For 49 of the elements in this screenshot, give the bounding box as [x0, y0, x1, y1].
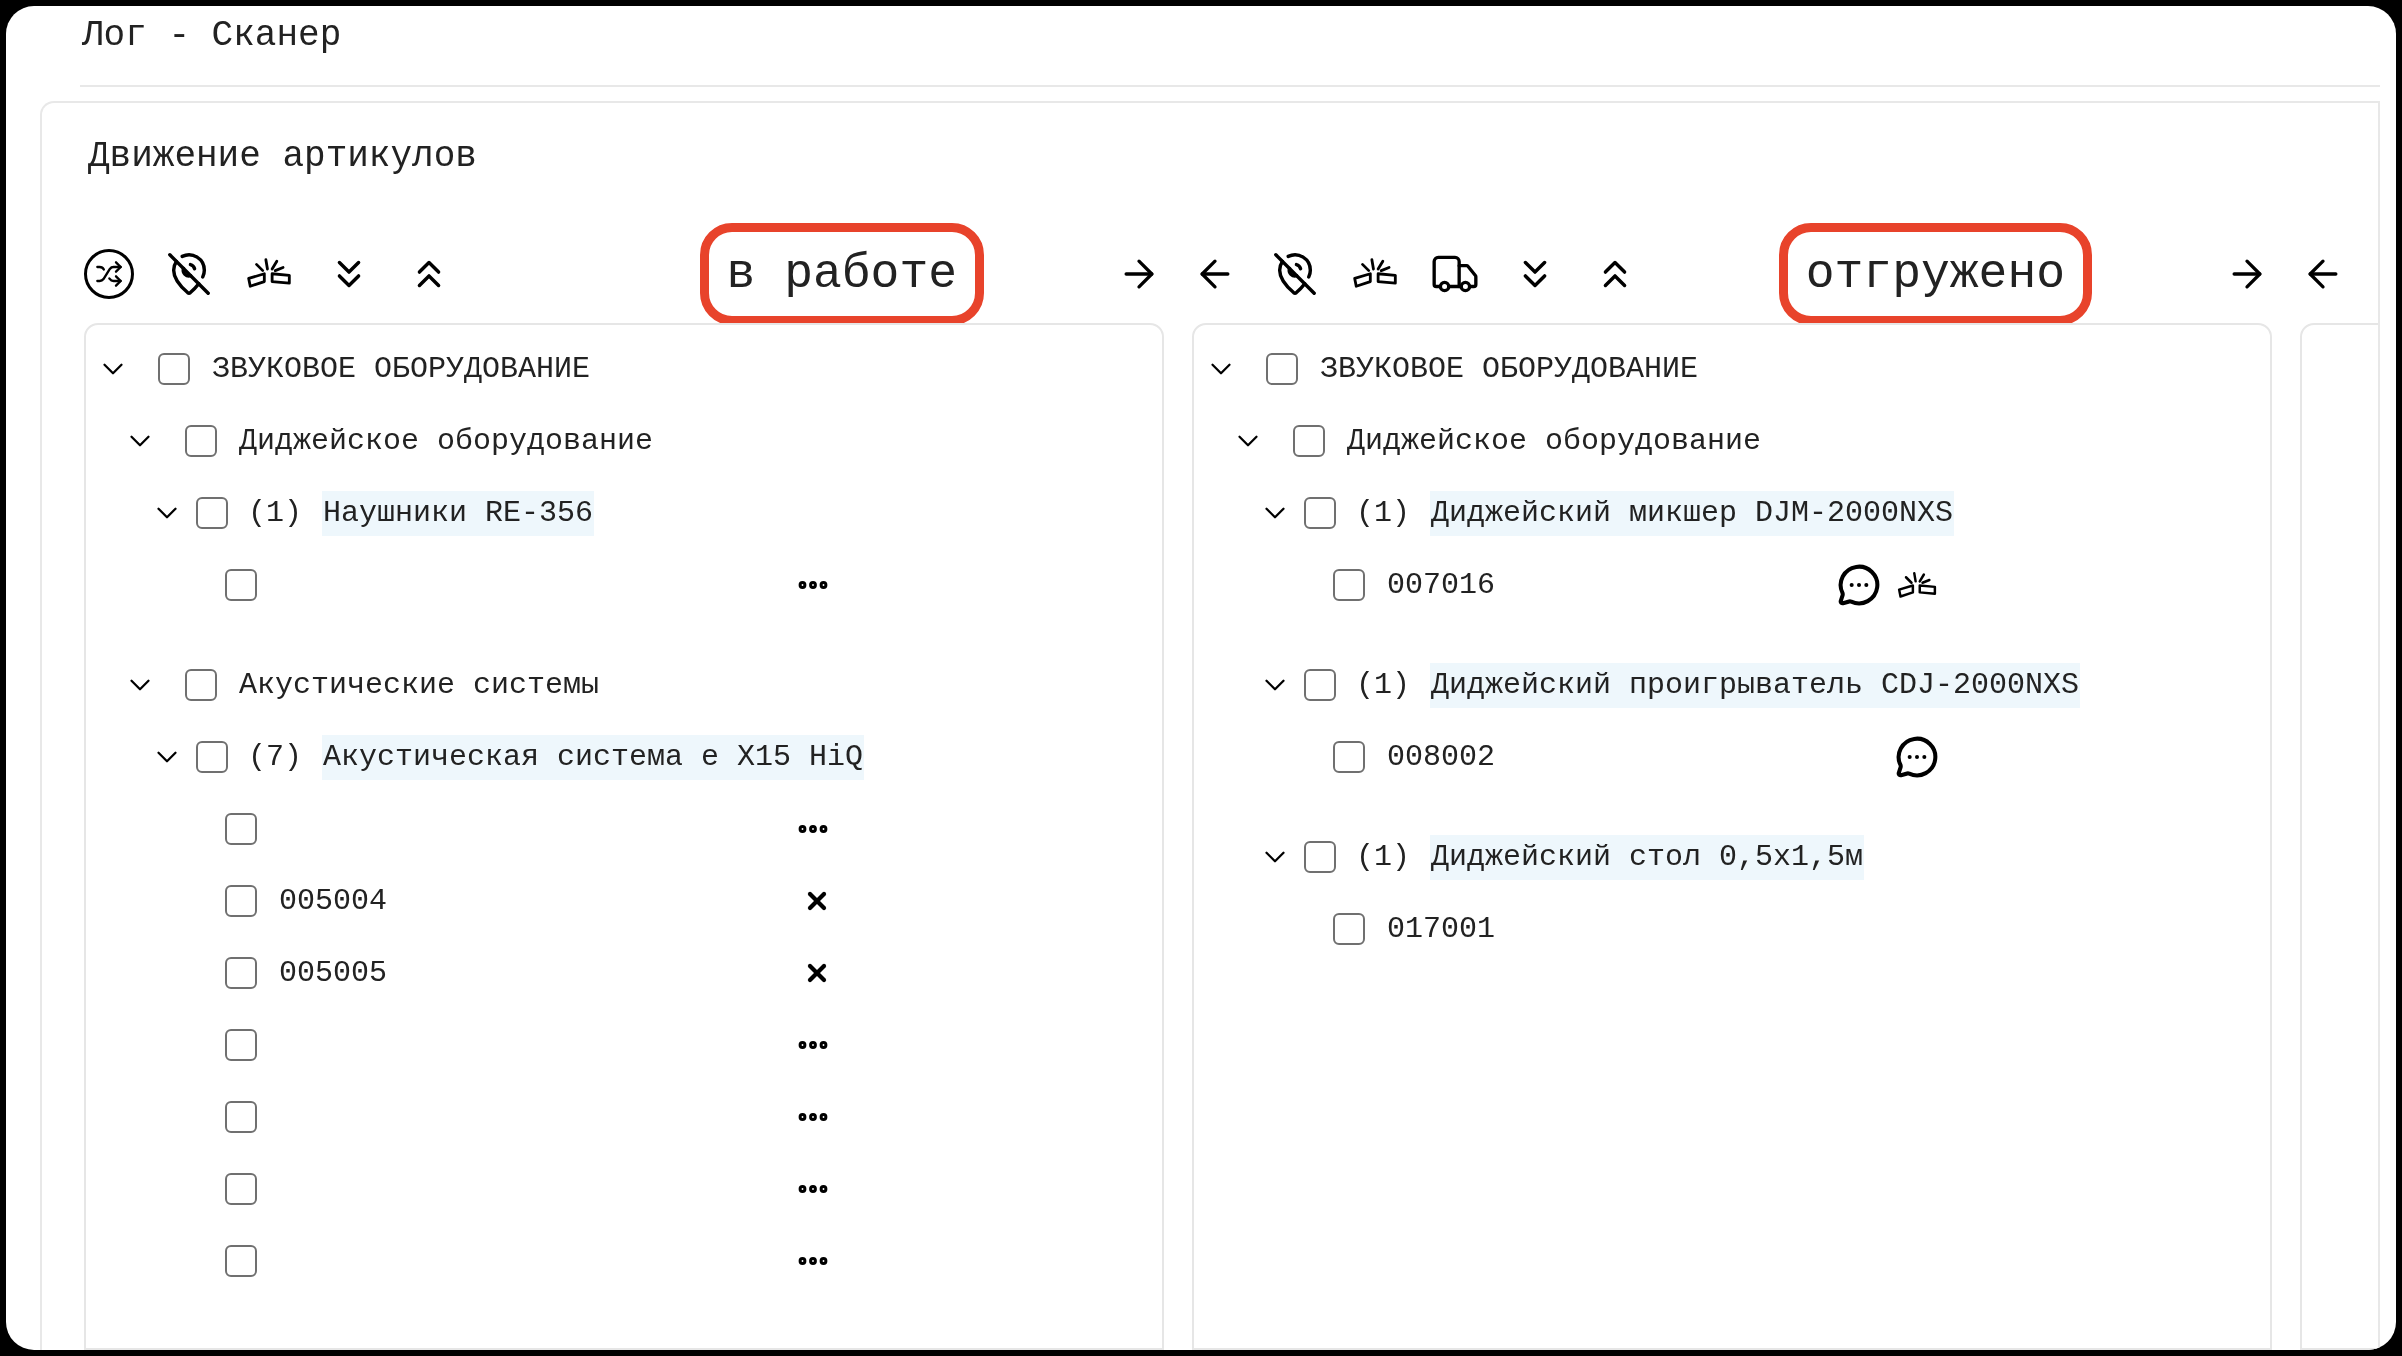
product-name[interactable]: Диджейский стол 0,5x1,5м: [1430, 834, 1865, 880]
checkbox[interactable]: [1333, 741, 1365, 773]
category-label: ЗВУКОВОЕ ОБОРУДОВАНИЕ: [1320, 350, 1699, 388]
serial-number: 008002: [1387, 738, 1496, 776]
page-title: Лог - Сканер: [82, 13, 342, 58]
speech-bubble-icon[interactable]: [1895, 735, 1939, 779]
item-count: (7): [248, 738, 302, 776]
shuffle-button[interactable]: [84, 249, 134, 299]
product-name[interactable]: Диджейский проигрыватель CDJ-2000NXS: [1430, 662, 2081, 708]
checkbox[interactable]: [1304, 497, 1336, 529]
checkbox[interactable]: [1333, 569, 1365, 601]
product-name[interactable]: Акустическая система e X15 HiQ: [322, 734, 865, 780]
checkbox[interactable]: [1304, 669, 1336, 701]
item-count: (1): [248, 494, 302, 532]
checkbox[interactable]: [185, 669, 217, 701]
section-title: Движение артикулов: [88, 135, 477, 179]
serial-number: 005005: [279, 954, 388, 992]
item-count: (1): [1356, 838, 1410, 876]
category-label: Диджейское оборудование: [1347, 422, 1762, 460]
checkbox[interactable]: [196, 741, 228, 773]
product-name[interactable]: Наушники RE-356: [322, 490, 595, 536]
checkbox[interactable]: [225, 1101, 257, 1133]
checkbox[interactable]: [1266, 353, 1298, 385]
crossed-pin-icon[interactable]: [166, 251, 212, 297]
checkbox[interactable]: [225, 569, 257, 601]
checkbox[interactable]: [185, 425, 217, 457]
checkbox[interactable]: [225, 1029, 257, 1061]
checkbox[interactable]: [225, 1173, 257, 1205]
category-label: Диджейское оборудование: [239, 422, 654, 460]
checkbox[interactable]: [158, 353, 190, 385]
category-label: Акустические системы: [239, 666, 600, 704]
category-label: ЗВУКОВОЕ ОБОРУДОВАНИЕ: [212, 350, 591, 388]
product-name[interactable]: Диджейский микшер DJM-2000NXS: [1430, 490, 1955, 536]
item-count: (1): [1356, 666, 1410, 704]
checkbox[interactable]: [225, 1245, 257, 1277]
checkbox[interactable]: [1333, 913, 1365, 945]
checkbox[interactable]: [225, 813, 257, 845]
crossed-pin-icon[interactable]: [1272, 251, 1318, 297]
item-count: (1): [1356, 494, 1410, 532]
speech-bubble-icon[interactable]: [1837, 563, 1881, 607]
shuffle-icon[interactable]: [95, 260, 123, 288]
checkbox[interactable]: [225, 885, 257, 917]
checkbox[interactable]: [196, 497, 228, 529]
checkbox[interactable]: [225, 957, 257, 989]
serial-number: 005004: [279, 882, 388, 920]
serial-number: 017001: [1387, 910, 1496, 948]
checkbox[interactable]: [1293, 425, 1325, 457]
checkbox[interactable]: [1304, 841, 1336, 873]
serial-number: 007016: [1387, 566, 1496, 604]
